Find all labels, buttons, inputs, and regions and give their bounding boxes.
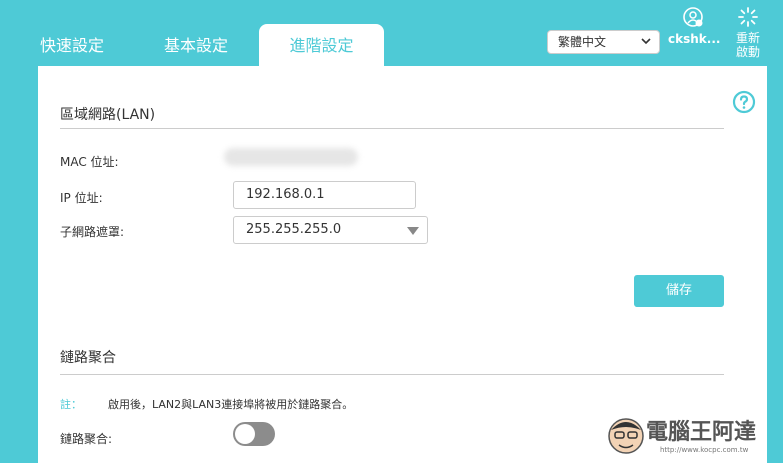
note-text: 啟用後，LAN2與LAN3連接埠將被用於鏈路聚合。 bbox=[108, 398, 354, 411]
lan-section-title: 區域網路(LAN) bbox=[60, 107, 156, 123]
link-aggregation-label: 鏈路聚合: bbox=[60, 432, 113, 446]
user-icon bbox=[683, 7, 703, 27]
save-button[interactable]: 儲存 bbox=[634, 275, 724, 307]
tab-quick-setup[interactable]: 快速設定 bbox=[24, 24, 120, 66]
subnet-mask-value: 255.255.255.0 bbox=[246, 222, 342, 237]
dropdown-arrow-icon bbox=[407, 227, 419, 235]
ip-input[interactable]: 192.168.0.1 bbox=[233, 181, 416, 209]
tab-basic[interactable]: 基本設定 bbox=[148, 24, 244, 66]
link-aggregation-divider bbox=[60, 374, 724, 375]
reboot-label: 重新啟動 bbox=[735, 31, 760, 59]
link-aggregation-toggle[interactable] bbox=[233, 422, 275, 446]
language-select[interactable]: 繁體中文 bbox=[547, 30, 660, 54]
language-select-value: 繁體中文 bbox=[558, 35, 607, 49]
note-label: 註： bbox=[60, 398, 82, 411]
watermark-url: http://www.kocpc.com.tw bbox=[660, 446, 749, 454]
content-panel: 區域網路(LAN) MAC 位址: IP 位址: 192.168.0.1 子網路… bbox=[38, 66, 767, 463]
help-icon[interactable] bbox=[732, 90, 756, 114]
mac-label: MAC 位址: bbox=[60, 155, 119, 169]
user-menu[interactable]: ckshk... bbox=[668, 6, 721, 46]
ip-label: IP 位址: bbox=[60, 191, 103, 205]
mascot-icon bbox=[608, 418, 644, 454]
subnet-mask-select[interactable]: 255.255.255.0 bbox=[233, 216, 428, 244]
watermark-title: 電腦王阿達 bbox=[646, 420, 757, 445]
toggle-knob bbox=[235, 424, 255, 444]
mac-value-redacted bbox=[224, 148, 358, 166]
reboot-button[interactable]: 重新啟動 bbox=[726, 6, 770, 59]
reboot-icon bbox=[738, 7, 758, 27]
top-bar: 快速設定 基本設定 進階設定 繁體中文 ckshk... 重新啟動 bbox=[0, 0, 783, 66]
link-aggregation-title: 鏈路聚合 bbox=[60, 350, 116, 366]
user-name: ckshk... bbox=[668, 32, 721, 46]
lan-divider bbox=[60, 128, 724, 129]
watermark: 電腦王阿達 http://www.kocpc.com.tw bbox=[604, 410, 780, 460]
chevron-down-icon bbox=[641, 38, 651, 45]
tab-advanced[interactable]: 進階設定 bbox=[259, 24, 384, 66]
subnet-mask-label: 子網路遮罩: bbox=[60, 225, 125, 239]
